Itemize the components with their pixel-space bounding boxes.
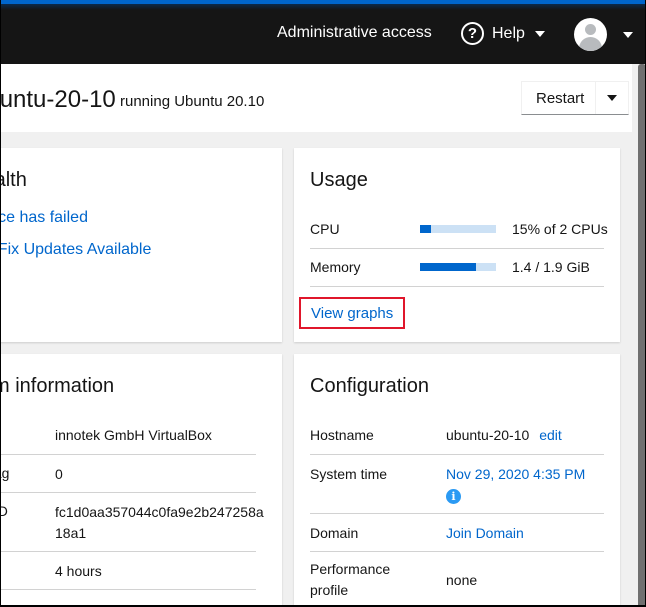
system-time-link[interactable]: Nov 29, 2020 4:35 PM: [446, 466, 585, 482]
asset-tag-value: 0: [55, 466, 63, 482]
administrative-access-button[interactable]: Administrative access: [277, 24, 432, 42]
hostname-edit-link[interactable]: edit: [539, 427, 562, 443]
usage-card: Usage CPU 15% of 2 CPUs Memory 1.4 / 1.9…: [294, 148, 620, 342]
usage-row-cpu: CPU 15% of 2 CPUs: [310, 211, 608, 249]
config-row-system-time: System time Nov 29, 2020 4:35 PM i: [310, 455, 604, 514]
join-domain-link[interactable]: Join Domain: [446, 523, 524, 544]
domain-label: Domain: [310, 525, 359, 541]
cpu-label: CPU: [310, 221, 340, 237]
cpu-value: 15% of 2 CPUs: [512, 221, 608, 237]
system-time-label: System time: [310, 466, 388, 482]
sysinfo-row-asset-tag: Asset tag 0: [1, 455, 256, 493]
performance-profile-value[interactable]: none: [446, 570, 477, 591]
config-row-hostname: Hostname ubuntu-20-10 edit: [310, 416, 604, 455]
config-row-domain: Domain Join Domain: [310, 514, 604, 552]
uptime-value: 4 hours: [55, 563, 102, 579]
model-value: innotek GmbH VirtualBox: [55, 427, 212, 443]
health-card: Health 1 service has failed Bug Fix Upda…: [1, 148, 282, 342]
performance-profile-label: Performance profile: [310, 561, 391, 598]
caret-down-icon: [534, 30, 545, 37]
help-menu[interactable]: ? Help: [461, 22, 545, 45]
restart-split-button: Restart: [521, 81, 630, 115]
os-subtitle: running Ubuntu 20.10: [120, 93, 265, 110]
cpu-progress-bar: [420, 225, 496, 233]
system-time-value-wrap: Nov 29, 2020 4:35 PM i: [446, 464, 585, 506]
hostname-value-wrap: ubuntu-20-10 edit: [446, 425, 562, 446]
page-header: ubuntu-20-10 running Ubuntu 20.10 Restar…: [1, 64, 632, 132]
configuration-title: Configuration: [310, 375, 429, 397]
system-information-title: System information: [1, 375, 115, 397]
system-information-card: System information Model innotek GmbH Vi…: [1, 354, 282, 605]
configuration-card: Configuration Hostname ubuntu-20-10 edit…: [294, 354, 620, 605]
usage-row-memory: Memory 1.4 / 1.9 GiB: [310, 249, 604, 287]
caret-down-icon: [607, 95, 618, 101]
question-circle-icon: ?: [461, 22, 484, 45]
health-title: Health: [1, 169, 27, 191]
page-title: ubuntu-20-10: [0, 86, 116, 113]
restart-dropdown-toggle[interactable]: [596, 82, 628, 114]
restart-button[interactable]: Restart: [522, 82, 597, 114]
caret-down-icon: [623, 31, 633, 38]
memory-progress-bar: [420, 263, 496, 271]
browser-frame: Administrative access ? Help ubuntu-20-1…: [0, 0, 646, 607]
config-row-performance-profile: Performance profile none: [310, 552, 604, 605]
sysinfo-row-machine-id: Machine ID fc1d0aa357044c0fa9e2b247258a1…: [1, 493, 264, 552]
hostname-value: ubuntu-20-10: [446, 427, 530, 443]
page-scrollbar[interactable]: [638, 64, 645, 605]
user-menu[interactable]: [574, 18, 633, 51]
machine-id-label: Machine ID: [1, 503, 8, 519]
asset-tag-label: Asset tag: [1, 465, 10, 481]
info-circle-icon[interactable]: i: [446, 489, 461, 504]
hostname-label: Hostname: [310, 427, 374, 443]
memory-label: Memory: [310, 259, 361, 275]
masthead-accent-gradient: [1, 4, 645, 10]
user-avatar-icon: [574, 18, 607, 51]
machine-id-value: fc1d0aa357044c0fa9e2b247258a18a1: [55, 504, 264, 541]
usage-title: Usage: [310, 169, 368, 191]
sysinfo-row-model: Model innotek GmbH VirtualBox: [1, 416, 256, 455]
failed-service-link[interactable]: 1 service has failed: [1, 209, 88, 227]
view-graphs-link[interactable]: View graphs: [299, 297, 406, 329]
help-label: Help: [492, 24, 525, 42]
masthead: Administrative access ? Help: [1, 0, 645, 64]
sysinfo-row-uptime: Uptime 4 hours: [1, 552, 256, 590]
cpu-progress-fill: [420, 225, 432, 233]
memory-progress-fill: [420, 263, 476, 271]
updates-available-link[interactable]: Bug Fix Updates Available: [1, 241, 151, 259]
overview-content: ubuntu-20-10 running Ubuntu 20.10 Restar…: [1, 64, 632, 605]
memory-value: 1.4 / 1.9 GiB: [512, 259, 590, 275]
